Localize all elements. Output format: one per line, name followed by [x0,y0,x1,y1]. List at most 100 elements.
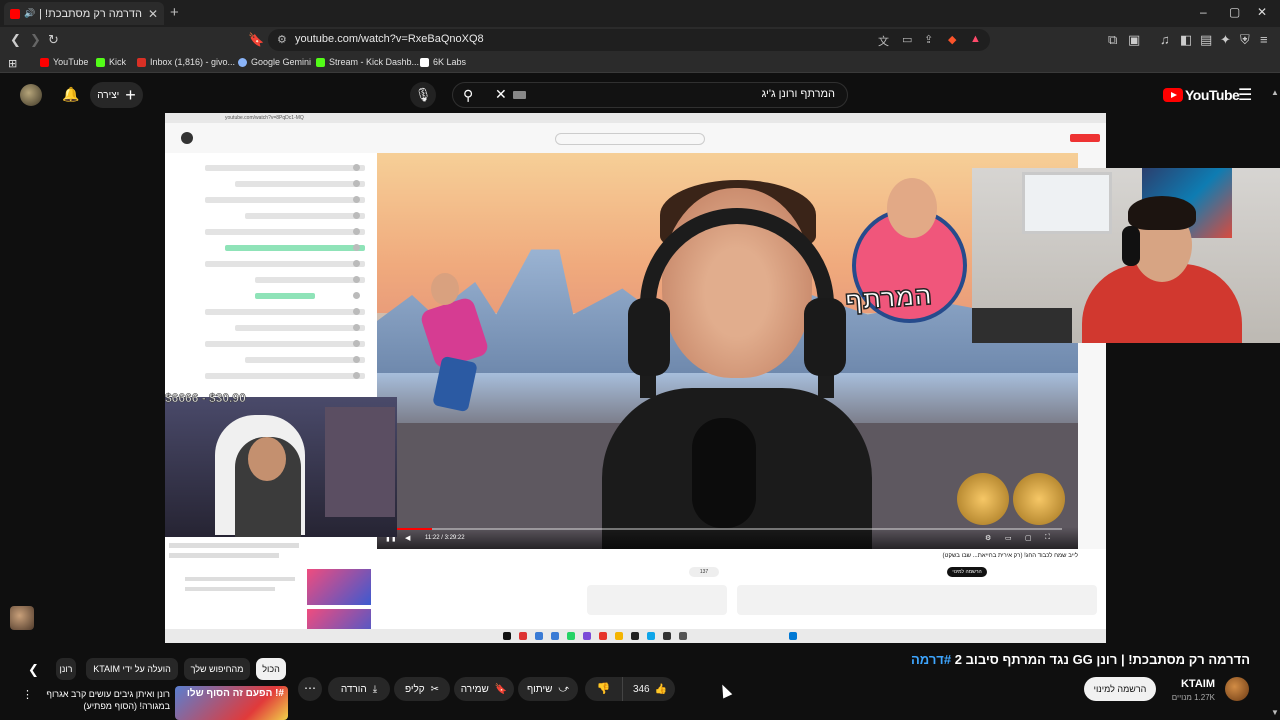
create-button[interactable]: יצירה + [90,82,143,108]
bookmark-6k-labs[interactable]: 6K Labs [420,57,466,67]
youtube-icon [40,57,49,67]
screenshot-icon[interactable]: ▣ [1128,32,1140,48]
site-info-icon[interactable]: ⚙ [277,33,287,46]
translate-icon[interactable]: 文 [878,33,889,49]
scissors-icon: ✂ [430,683,440,695]
voice-search-mic-icon[interactable]: 🎙 [410,82,436,108]
cast-icon[interactable]: ▭ [902,33,912,46]
maximize-button[interactable]: ▢ [1229,5,1240,19]
channel-avatar[interactable] [1225,677,1249,701]
share-button[interactable]: ⤻ שיתוף [518,677,578,701]
window-art [1022,172,1112,234]
6k-labs-icon [420,57,429,67]
clear-search-icon[interactable]: ✕ [495,86,507,103]
close-window-button[interactable]: ✕ [1257,5,1267,19]
recommendation-thumbnail[interactable]: #! הפעם זה הסוף שלו [175,686,288,720]
recorded-progress-bar [397,528,1062,530]
speaker-icon[interactable]: 🔊 [24,8,35,19]
recorded-volume-icon: ◀ [405,535,411,542]
search-input[interactable]: המרתף ורונן ג'יג [762,88,835,100]
recorded-app-icon [663,632,671,640]
browser-tab[interactable]: 🔊 הדרמה רק מסתבכת! | רונן GG ✕ [4,2,164,25]
chip-uploaded-by[interactable]: הועלה על ידי KTAIM [86,658,178,680]
keyboard-icon[interactable] [513,91,526,99]
extensions-icon[interactable]: ⧉ [1108,32,1117,48]
close-tab-icon[interactable]: ✕ [148,7,158,21]
recorded-search-box [555,133,705,145]
recorded-comment-box [737,585,1097,615]
recorded-app-icon [567,632,575,640]
scroll-up-arrow-icon[interactable]: ▲ [1271,88,1279,97]
brave-shield-icon[interactable]: ◆ [948,33,956,46]
bookmark-save-icon: 🔖 [494,683,508,695]
recorded-app-icon [519,632,527,640]
bookmarks-bar: ⊞ YouTube Kick Inbox (1,816) - givo... G… [0,53,1280,73]
save-button[interactable]: 🔖 שמירה [454,677,514,701]
chip-all[interactable]: הכול [256,658,286,680]
bookmark-icon[interactable]: 🔖 [248,32,264,48]
bookmark-gemini[interactable]: Google Gemini [238,57,311,67]
search-icon[interactable]: ⚲ [463,87,473,104]
chip-ronen[interactable]: רונן [56,658,76,680]
clip-button[interactable]: ✂ קליפ [394,677,450,701]
like-button[interactable]: 👍 346 [625,677,675,701]
recorded-subscribe-button: הרשמה למינוי [947,567,987,577]
chip-from-search[interactable]: מהחיפוש שלך [184,658,250,680]
wallet-icon[interactable]: ▤ [1200,32,1212,48]
music-icon[interactable]: ♫ [1160,32,1170,47]
dislike-button[interactable]: 👎 [585,677,623,701]
download-button[interactable]: ⤓ הורדה [328,677,390,701]
clip-label: קליפ [404,683,425,695]
apps-icon[interactable]: ⊞ [8,57,17,70]
recorded-theater-icon: ▭ [1005,535,1012,542]
mouse-cursor [717,682,733,699]
notifications-bell-icon[interactable]: 🔔 [62,86,79,103]
vpn-icon[interactable]: ⛨ [1240,32,1250,48]
scroll-down-arrow-icon[interactable]: ▼ [1271,708,1279,717]
recorded-time: 11:22 / 3:29:22 [425,535,465,541]
address-bar[interactable]: ⚙ youtube.com/watch?v=RxeBaQnoXQ8 文 ▭ ⇪ … [268,29,990,51]
search-box[interactable]: ⚲ ✕ המרתף ורונן ג'יג [452,82,848,108]
ai-icon[interactable]: ✦ [1220,32,1231,48]
recorded-thumbnail [307,569,371,605]
bookmark-youtube[interactable]: YouTube [40,57,88,67]
back-icon[interactable]: ❮ [10,32,21,48]
sidebar-icon[interactable]: ◧ [1180,32,1192,48]
url-text[interactable]: youtube.com/watch?v=RxeBaQnoXQ8 [295,33,484,45]
account-avatar[interactable] [20,84,42,106]
hashtag-link[interactable]: #דרמה [911,652,951,667]
recorded-fullscreen-icon: ⛶ [1045,534,1050,541]
menu-icon[interactable]: ≡ [1260,32,1268,47]
bookmark-inbox[interactable]: Inbox (1,816) - givo... [137,57,235,67]
forward-icon[interactable]: ❯ [30,32,41,48]
uploader-webcam [972,168,1280,343]
more-actions-button[interactable]: ⋯ [298,677,322,701]
plus-icon: + [125,85,136,105]
bookmark-kick[interactable]: Kick [96,57,126,67]
recorded-live-chat [165,153,377,403]
subscribe-button[interactable]: הרשמה למינוי [1084,677,1156,701]
recorded-like-pill: 137 [689,567,719,577]
rewards-icon[interactable]: ▲ [970,33,981,45]
recorded-taskbar [165,629,1106,643]
like-dislike-group: 👍 346 👎 [585,677,675,701]
recommendation-title[interactable]: רונן ואיתן גיבים עושים קרב אגרוף במגורה!… [30,688,170,712]
chips-prev-arrow-icon[interactable]: ❮ [28,662,39,678]
kick-icon [316,57,325,67]
recorded-url: youtube.com/watch?v=8PqDc1-MQ [225,115,304,121]
browser-tab-bar: 🔊 הדרמה רק מסתבכת! | רונן GG ✕ + – ▢ ✕ [0,0,1280,27]
video-player[interactable]: youtube.com/watch?v=8PqDc1-MQ המרתף ❚❚ ◀… [165,113,1106,643]
minimize-button[interactable]: – [1200,5,1207,19]
share-page-icon[interactable]: ⇪ [924,33,933,46]
gemini-icon [238,57,247,67]
new-tab-button[interactable]: + [170,4,179,21]
recorded-progress-fill [397,528,432,530]
recommendation-thumb-text: #! הפעם זה הסוף שלו [186,688,284,699]
recorded-sidebar [165,537,377,643]
guide-menu-icon[interactable]: ☰ [1238,85,1252,105]
reload-icon[interactable]: ↻ [48,32,59,48]
youtube-logo[interactable]: YouTube [1163,87,1240,103]
bookmark-kick-dashboard[interactable]: Stream - Kick Dashb... [316,57,419,67]
channel-name[interactable]: KTAIM [1181,678,1215,690]
miniplayer-avatar[interactable] [10,606,34,630]
